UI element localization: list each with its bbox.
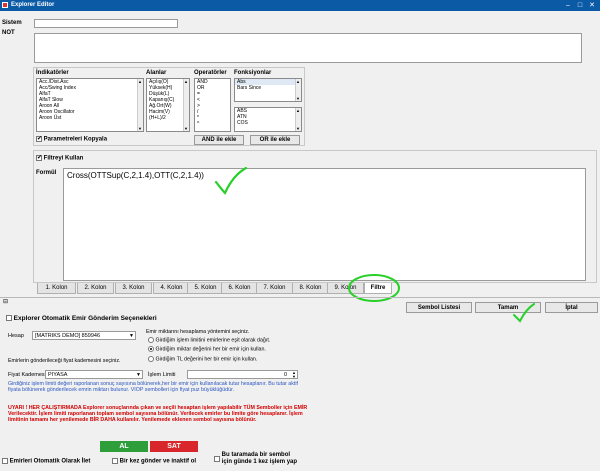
or-add-button[interactable]: OR ile ekle (250, 135, 300, 145)
window-title: Explorer Editor (11, 2, 55, 8)
tab-kolon-8[interactable]: 8. Kolon (292, 283, 329, 294)
not-textarea[interactable] (34, 33, 582, 63)
tab-kolon-2[interactable]: 2. Kolon (77, 283, 114, 294)
list-item[interactable]: Aroon Üst (37, 115, 143, 121)
radio-option-3[interactable]: Girdiğim TL değerini her bir emir için k… (148, 356, 257, 362)
param-copy-checkbox[interactable] (36, 135, 42, 142)
checkmark-annotation-icon (513, 303, 535, 323)
operators-list[interactable]: AND OR = < > / * ^ (194, 78, 231, 132)
radio-label: Girdiğim TL değerini her bir emir için k… (155, 356, 258, 363)
operators-title: Operatörler (194, 70, 227, 76)
account-select[interactable]: [MATRIKS DEMO] 859946 ▼ (32, 331, 136, 340)
chevron-down-icon[interactable]: ▼ (129, 332, 134, 340)
sell-button[interactable]: SAT (150, 441, 198, 452)
tab-kolon-7[interactable]: 7. Kolon (256, 283, 293, 294)
indicators-list[interactable]: Acc./Dist.Asc Acc/Swing Index AlfaT Alfa… (36, 78, 144, 132)
auto-order-section-checkbox[interactable] (6, 315, 12, 322)
indicators-title: İndikatörler (36, 70, 69, 76)
functions-top-scrollbar[interactable] (295, 79, 301, 101)
limit-input[interactable]: 0 ▲ ▼ (187, 370, 298, 379)
price-value: PIYASA (48, 372, 68, 378)
functions-list-bottom[interactable]: ABS ATN COS (234, 107, 302, 132)
bars-title: Alanlar (146, 70, 167, 76)
daily-once-label-line1: Bu taramada bir sembol (221, 452, 291, 458)
send-once-label: Bir kez gönder ve inaktif ol (119, 458, 197, 465)
filter-checkbox-label: Filtreyi Kullan (43, 155, 84, 162)
param-copy-row[interactable]: Parametreleri Kopyala (36, 135, 108, 143)
radio-option-1[interactable]: Girdiğim işlem limitini emirlerine eşit … (148, 337, 270, 343)
radio-label: Girdiğim miktar değerini her bir emir iç… (155, 346, 266, 353)
daily-once-checkbox[interactable] (214, 456, 220, 462)
account-value: [MATRIKS DEMO] 859946 (35, 333, 101, 339)
auto-order-section-row[interactable]: Explorer Otomatik Emir Gönderim Seçenekl… (6, 315, 157, 322)
price-label: Fiyat Kademesi (8, 372, 46, 378)
bars-list[interactable]: Açılış(O) Yüksek(H) Düşük(L) Kapanış(C) … (146, 78, 190, 132)
radio-option-2[interactable]: Girdiğim miktar değerini her bir emir iç… (148, 346, 266, 352)
mode-hint: Emir miktarını hesaplama yöntemini seçin… (146, 329, 250, 335)
formula-label: Formül (36, 170, 57, 176)
formula-text: Cross(OTTSup(C,2,1.4),OTT(C,2,1.4)) (67, 171, 204, 180)
minimize-icon[interactable]: – (562, 1, 574, 10)
info-text: Girdiğiniz işlem limiti değeri raporlana… (8, 381, 298, 394)
buy-button[interactable]: AL (100, 441, 148, 452)
tab-kolon-5[interactable]: 5. Kolon (187, 283, 224, 294)
checkmark-annotation-icon (214, 167, 248, 195)
price-select[interactable]: PIYASA ▼ (45, 370, 143, 379)
stepper-icon[interactable]: ▲ ▼ (292, 371, 296, 379)
list-item[interactable]: Bars Since (235, 85, 301, 91)
radio-button[interactable] (148, 337, 154, 343)
auto-order-section-title: Explorer Otomatik Emir Gönderim Seçenekl… (13, 315, 157, 322)
limit-value: 0 (283, 372, 287, 378)
list-item[interactable]: COS (235, 120, 301, 126)
close-icon[interactable]: ✕ (586, 1, 598, 10)
filter-checkbox[interactable] (36, 154, 42, 161)
chevron-down-icon[interactable]: ▼ (136, 371, 141, 379)
tab-kolon-4[interactable]: 4. Kolon (153, 283, 190, 294)
daily-once-row[interactable]: Bu taramada bir sembol için günde 1 kez … (214, 452, 297, 466)
cancel-button[interactable]: İptal (545, 302, 598, 313)
title-bar: Explorer Editor – □ ✕ (0, 0, 600, 11)
bars-scrollbar[interactable] (183, 79, 189, 131)
sistem-input[interactable] (34, 19, 178, 28)
tab-kolon-6[interactable]: 6. Kolon (221, 283, 258, 294)
list-item[interactable]: ^ (195, 121, 230, 127)
not-label: NOT (2, 30, 15, 36)
app-icon (2, 2, 8, 8)
radio-button[interactable] (148, 356, 154, 362)
warning-text: UYARI ! HER ÇALIŞTIRMADA Explorer sonuçl… (8, 405, 308, 424)
auto-send-label: Emirleri Otomatik Olarak İlet (9, 458, 91, 465)
functions-list-top[interactable]: Abs Bars Since (234, 78, 302, 102)
daily-once-label-line2: için günde 1 kez işlem yap (221, 459, 298, 465)
param-copy-label: Parametreleri Kopyala (43, 136, 108, 143)
send-once-checkbox[interactable] (112, 458, 118, 464)
auto-send-checkbox[interactable] (2, 458, 8, 464)
and-add-button[interactable]: AND ile ekle (194, 135, 244, 145)
radio-label: Girdiğim işlem limitini emirlerine eşit … (155, 337, 271, 344)
daily-once-label: Bu taramada bir sembol için günde 1 kez … (222, 452, 297, 466)
functions-bottom-scrollbar[interactable] (295, 108, 301, 131)
tab-kolon-3[interactable]: 3. Kolon (115, 283, 152, 294)
divider (0, 297, 600, 298)
symbol-list-button[interactable]: Sembol Listesi (406, 302, 472, 313)
radio-button[interactable] (148, 346, 154, 352)
send-once-row[interactable]: Bir kez gönder ve inaktif ol (112, 458, 196, 465)
collapse-icon[interactable]: ⊟ (3, 298, 8, 305)
circle-annotation-icon (348, 274, 400, 302)
functions-title: Fonksiyonlar (234, 70, 272, 76)
account-label: Hesap (8, 333, 24, 339)
auto-send-row[interactable]: Emirleri Otomatik Olarak İlet (2, 458, 90, 465)
indicators-scrollbar[interactable] (137, 79, 143, 131)
price-hint: Emirlerin gönderileceği fiyat kademesini… (8, 358, 121, 364)
filter-toggle-row[interactable]: Filtreyi Kullan (36, 154, 84, 162)
sistem-label: Sistem (2, 20, 22, 26)
tab-kolon-1[interactable]: 1. Kolon (37, 283, 76, 294)
formula-editor[interactable]: Cross(OTTSup(C,2,1.4),OTT(C,2,1.4)) (63, 168, 586, 281)
maximize-icon[interactable]: □ (574, 1, 586, 10)
limit-label: İşlem Limiti (148, 372, 176, 378)
